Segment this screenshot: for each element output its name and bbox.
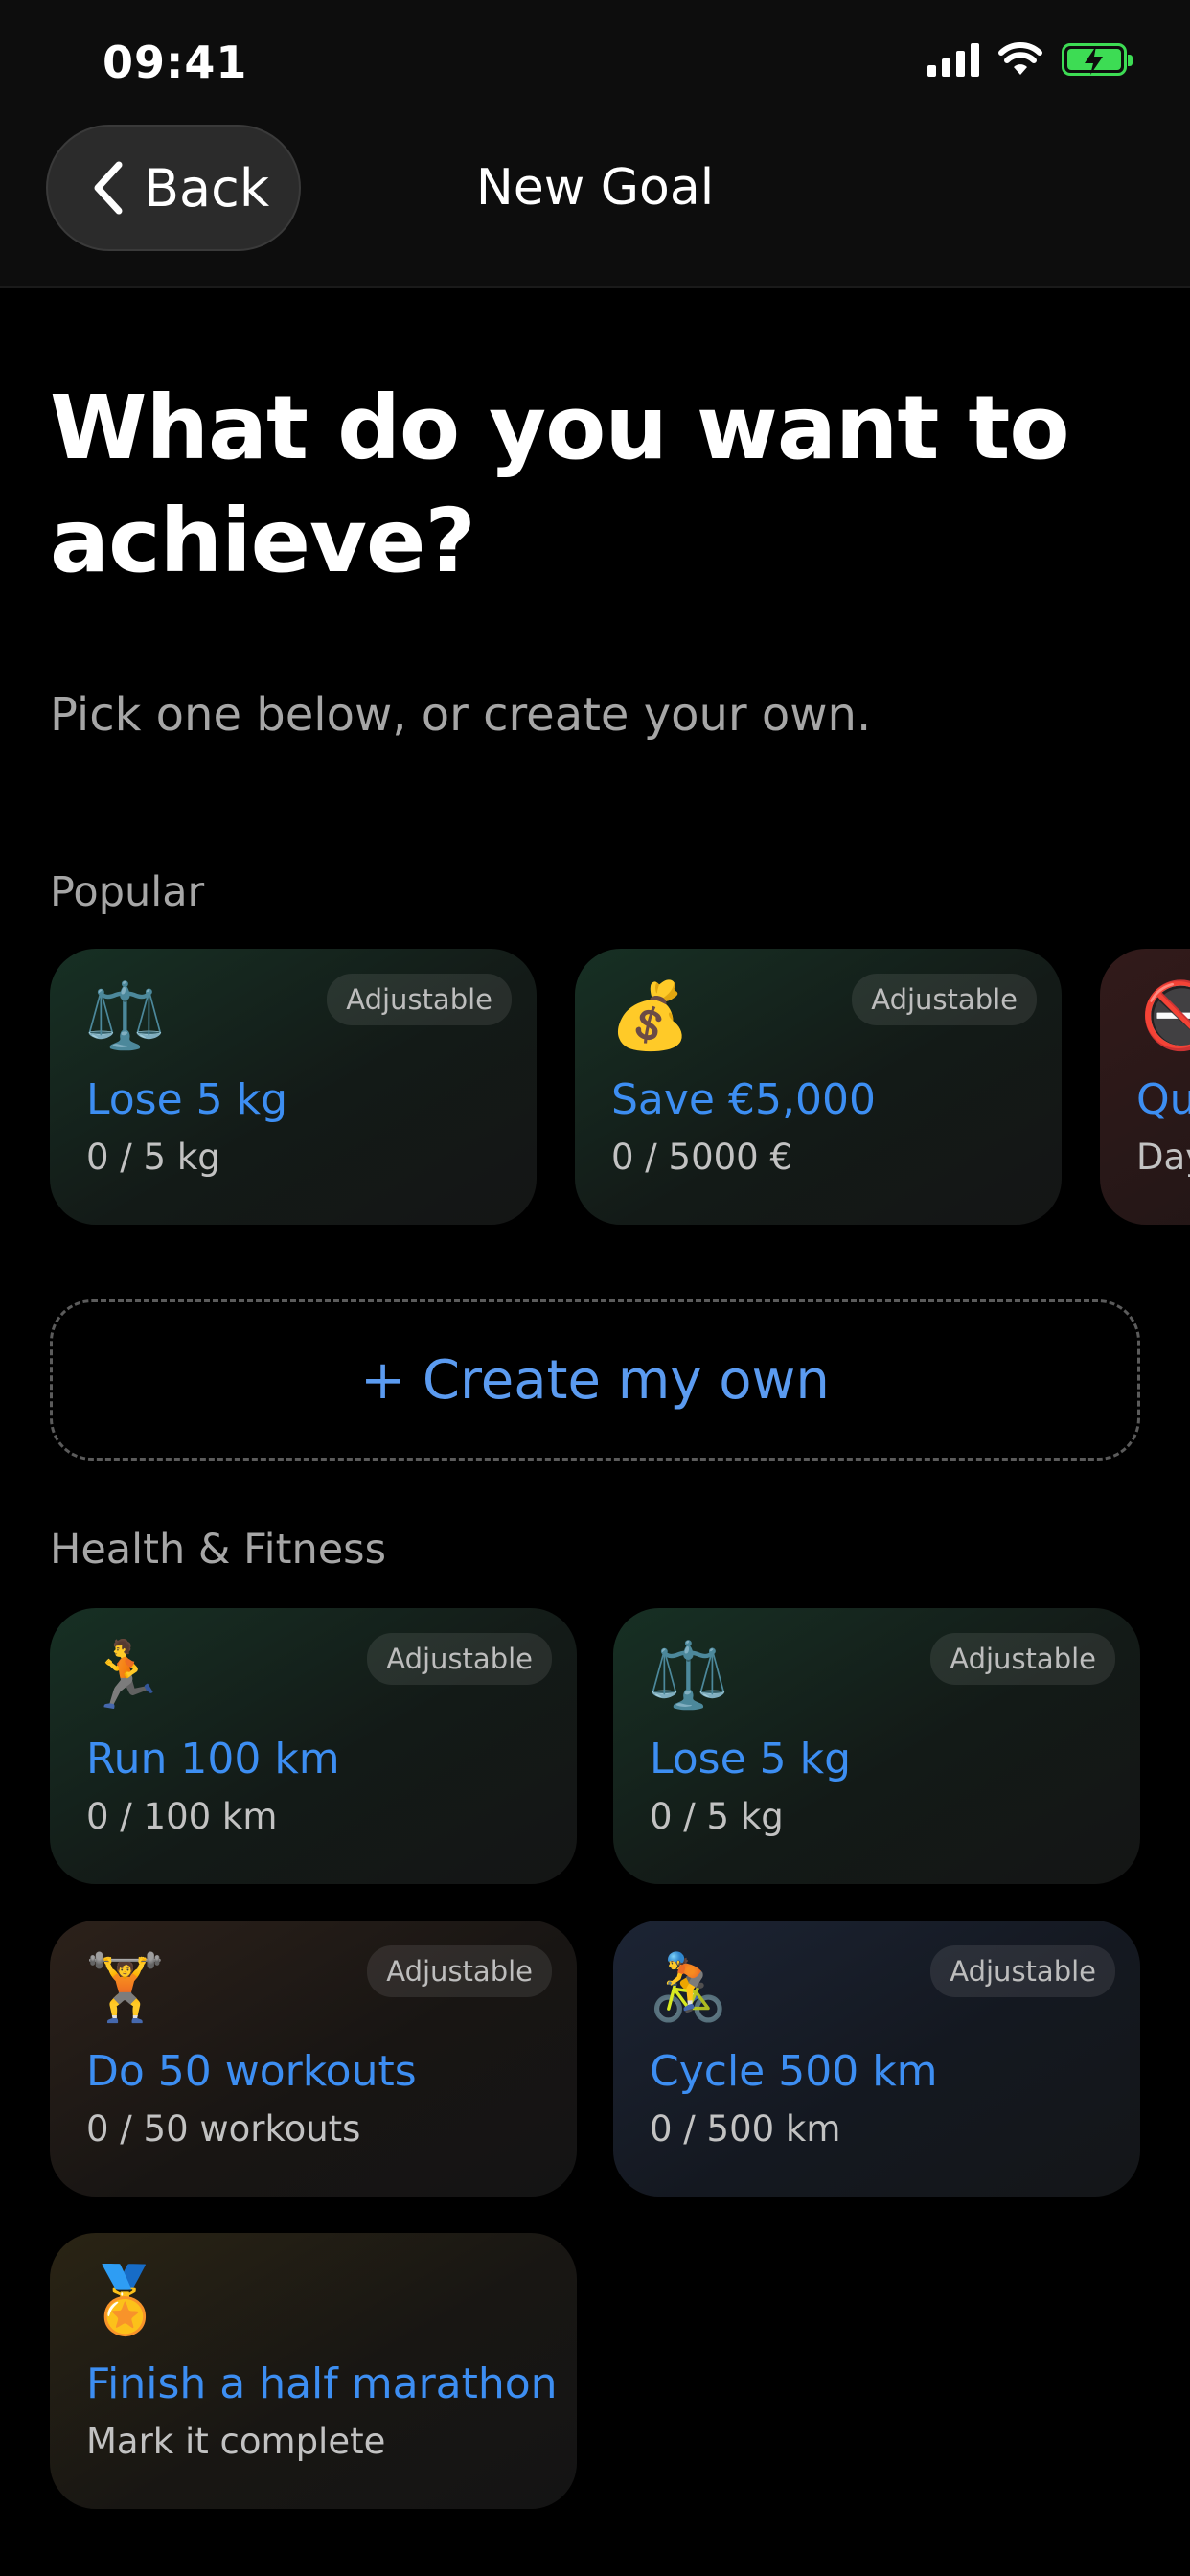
goal-progress: 0 / 5000 €: [611, 1137, 792, 1178]
section-label-popular: Popular: [50, 868, 205, 916]
headline: What do you want to achieve?: [50, 377, 1070, 592]
adjustable-badge: Adjustable: [367, 1945, 552, 1997]
adjustable-badge: Adjustable: [930, 1633, 1115, 1685]
goal-progress: 0 / 500 km: [650, 2108, 841, 2150]
goal-title: Run 100 km: [86, 1735, 340, 1783]
goal-progress: 0 / 50 workouts: [86, 2108, 361, 2150]
goal-progress: 0 / 100 km: [86, 1796, 278, 1837]
adjustable-badge: Adjustable: [367, 1633, 552, 1685]
no-smoking-icon: 🚭: [1140, 978, 1190, 1054]
adjustable-badge: Adjustable: [930, 1945, 1115, 1997]
adjustable-badge: Adjustable: [327, 974, 512, 1025]
page-title: New Goal: [475, 159, 715, 217]
wifi-icon: [998, 42, 1042, 75]
goal-progress: Day: [1136, 1137, 1190, 1178]
goal-progress: 0 / 5 kg: [86, 1137, 220, 1178]
battery-charging-icon: [1062, 43, 1133, 76]
cyclist-icon: 🚴: [648, 1950, 729, 2026]
goal-title: Lose 5 kg: [86, 1075, 288, 1124]
goal-card-save-5000[interactable]: 💰 Adjustable Save €5,000 0 / 5000 €: [575, 949, 1062, 1225]
top-bar: 09:41 Back New Goal: [0, 0, 1190, 288]
goal-card-cycle-500km[interactable]: 🚴 Adjustable Cycle 500 km 0 / 500 km: [613, 1920, 1140, 2196]
goal-title: Cycle 500 km: [650, 2047, 938, 2096]
goal-progress: Mark it complete: [86, 2421, 386, 2462]
goal-card-run-100km[interactable]: 🏃 Adjustable Run 100 km 0 / 100 km: [50, 1608, 577, 1884]
adjustable-badge: Adjustable: [852, 974, 1037, 1025]
scale-icon: ⚖️: [648, 1638, 729, 1714]
subtitle: Pick one below, or create your own.: [50, 688, 872, 742]
goal-progress: 0 / 5 kg: [650, 1796, 784, 1837]
goal-card-50-workouts[interactable]: 🏋️ Adjustable Do 50 workouts 0 / 50 work…: [50, 1920, 577, 2196]
goal-card-half-marathon[interactable]: 🏅 Finish a half marathon Mark it complet…: [50, 2233, 577, 2509]
create-my-own-button[interactable]: + Create my own: [50, 1300, 1140, 1460]
goal-card-lose-5kg[interactable]: ⚖️ Adjustable Lose 5 kg 0 / 5 kg: [613, 1608, 1140, 1884]
goal-title: Lose 5 kg: [650, 1735, 852, 1783]
signal-icon: [927, 42, 979, 77]
scale-icon: ⚖️: [84, 978, 166, 1054]
runner-icon: 🏃: [84, 1638, 166, 1714]
section-label-health-fitness: Health & Fitness: [50, 1526, 386, 1574]
status-icons: [927, 42, 1133, 77]
status-time: 09:41: [103, 36, 248, 88]
goal-title: Do 50 workouts: [86, 2047, 417, 2096]
weightlifter-icon: 🏋️: [84, 1950, 166, 2026]
goal-title: Finish a half marathon: [86, 2359, 558, 2408]
goal-title: Save €5,000: [611, 1075, 876, 1124]
money-bag-icon: 💰: [609, 978, 691, 1054]
goal-card-quit-smoking[interactable]: 🚭 Qu Day: [1100, 949, 1190, 1225]
goal-title: Qu: [1136, 1075, 1190, 1124]
popular-carousel[interactable]: ⚖️ Adjustable Lose 5 kg 0 / 5 kg 💰 Adjus…: [0, 949, 1190, 1227]
medal-icon: 🏅: [84, 2263, 166, 2338]
goal-card-lose-5kg[interactable]: ⚖️ Adjustable Lose 5 kg 0 / 5 kg: [50, 949, 537, 1225]
